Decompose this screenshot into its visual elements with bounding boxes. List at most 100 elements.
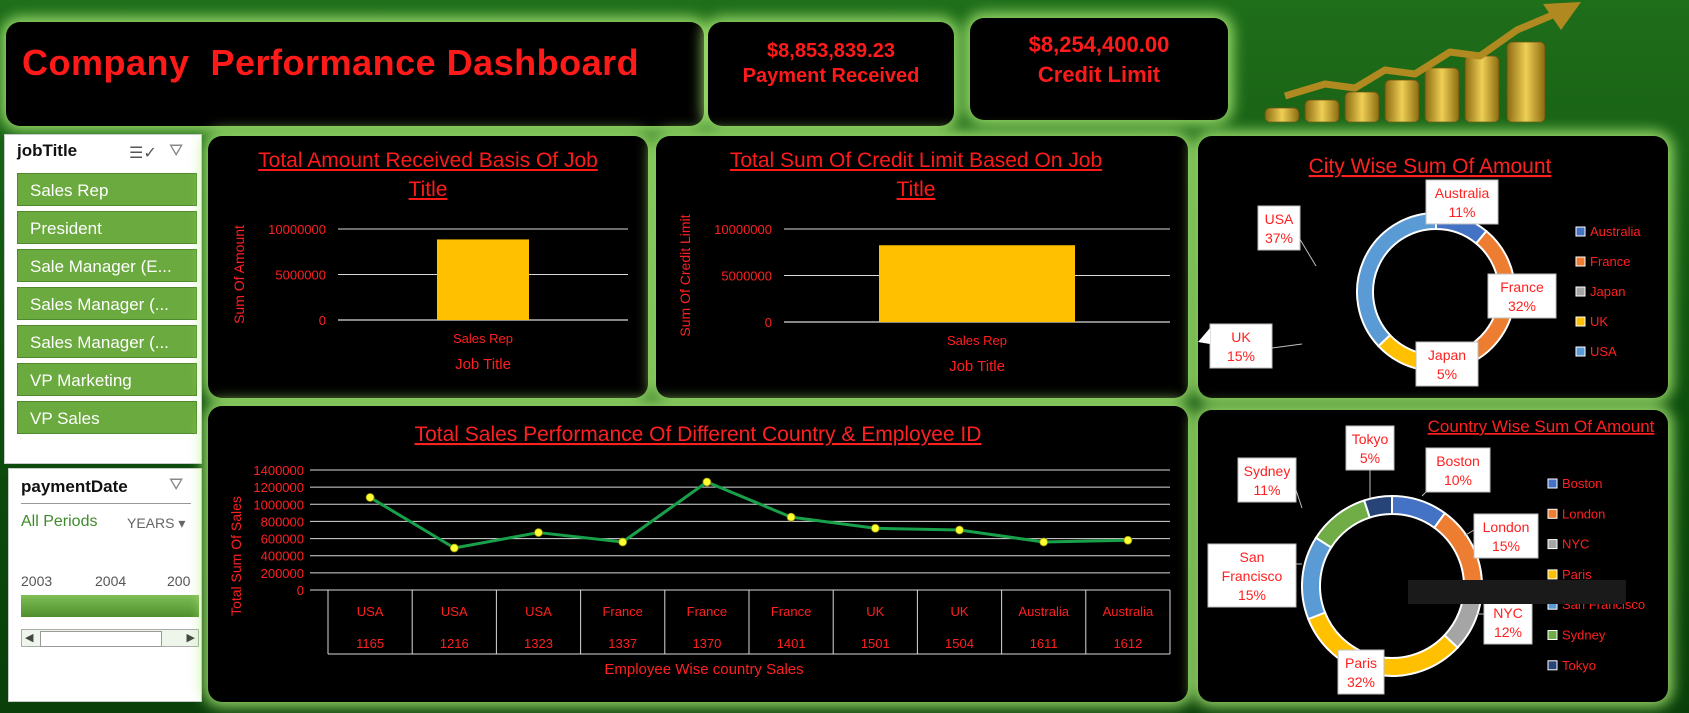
data-label-name: Sydney — [1244, 463, 1291, 479]
chart4-title: Total Sales Performance Of Different Cou… — [415, 423, 982, 446]
data-point — [534, 528, 543, 537]
y-tick-label: 0 — [765, 315, 772, 330]
x-employee-label: 1323 — [524, 636, 553, 651]
y-tick-label: 200000 — [261, 566, 304, 581]
data-label-value: 37% — [1265, 230, 1293, 246]
kpi-credit-label: Credit Limit — [1037, 62, 1161, 87]
chart2-svg: 0 5000000 10000000 Sales Rep Job Title Sum Of… — [677, 214, 1170, 375]
data-label-name: UK — [1231, 329, 1251, 345]
data-label-name: Paris — [1345, 655, 1377, 671]
x-country-label: UK — [950, 604, 968, 619]
clear-filter-icon[interactable]: ⛛ — [169, 475, 183, 495]
x-employee-label: 1337 — [608, 636, 637, 651]
data-label-name: Japan — [1428, 347, 1466, 363]
legend-swatch — [1547, 569, 1558, 580]
x-country-label: USA — [357, 604, 384, 619]
credit-by-jobtitle-chart: Total Sum Of Credit Limit Based On Job T… — [656, 136, 1188, 398]
clear-filter-icon[interactable]: ⛛ — [169, 141, 183, 161]
data-point — [1123, 535, 1133, 545]
data-label-name: Tokyo — [1352, 431, 1389, 447]
x-employee-label: 1216 — [440, 636, 469, 651]
overlay-box — [1408, 580, 1626, 604]
data-point — [702, 477, 712, 487]
data-label-value: 32% — [1347, 674, 1375, 690]
x-axis-title: Job Title — [949, 358, 1005, 375]
slicer-item-4[interactable]: Sales Manager (... — [17, 325, 197, 358]
slicer-item-2[interactable]: Sale Manager (E... — [17, 249, 197, 282]
leader-line — [1295, 489, 1303, 509]
scrollbar-thumb[interactable] — [40, 631, 162, 647]
leader-line — [1297, 235, 1317, 267]
kpi-payment-value: $8,853,839.23 — [767, 40, 895, 62]
dashboard-title-panel: Company Performance Dashboard — [6, 22, 704, 126]
legend-swatch — [1547, 660, 1558, 671]
bar — [879, 245, 1075, 322]
legend-swatch — [1547, 478, 1558, 489]
x-tick-label: Sales Rep — [453, 331, 513, 346]
multi-select-icon[interactable]: ☰✓ — [129, 143, 157, 163]
donut-slice — [1356, 211, 1437, 348]
x-employee-label: 1501 — [861, 636, 890, 651]
city-donut-chart: City Wise Sum Of Amount Australia 11% Franc… — [1198, 136, 1668, 398]
slicer-item-3[interactable]: Sales Manager (... — [17, 287, 197, 320]
x-employee-label: 1612 — [1113, 636, 1142, 651]
data-label-value: 15% — [1227, 348, 1255, 364]
x-tick-label: Sales Rep — [947, 333, 1007, 348]
legend-label: Sydney — [1562, 628, 1606, 643]
chart3-svg: City Wise Sum Of Amount Australia 11% Franc… — [1198, 155, 1641, 387]
data-label-name: Boston — [1436, 453, 1480, 469]
timeline-scrollbar[interactable]: ◀ ▶ — [21, 629, 199, 647]
country-donut-chart: Country Wise Sum Of Amount Boston 10% Londo… — [1198, 410, 1668, 702]
kpi-credit-limit: $8,254,400.00 Credit Limit — [970, 18, 1228, 120]
y-tick-label: 10000000 — [714, 222, 772, 237]
legend-swatch — [1575, 226, 1586, 237]
legend-label: France — [1590, 254, 1630, 269]
scroll-left-icon[interactable]: ◀ — [25, 630, 33, 646]
data-label-name: San — [1240, 549, 1265, 565]
legend-label: Australia — [1590, 224, 1641, 239]
x-employee-label: 1401 — [777, 636, 806, 651]
legend-swatch — [1547, 539, 1558, 550]
data-point — [618, 537, 628, 547]
data-point — [1039, 537, 1049, 547]
y-tick-label: 600000 — [261, 532, 304, 547]
data-label-value: 15% — [1492, 538, 1520, 554]
x-country-label: UK — [866, 604, 884, 619]
chart1-svg: 0 5000000 10000000 Sales Rep Job Title Sum Of… — [231, 222, 628, 373]
data-point — [786, 512, 796, 522]
data-label-value: 11% — [1449, 204, 1476, 220]
timeline-level-dropdown[interactable]: YEARS ▾ — [127, 515, 185, 532]
legend-label: Japan — [1590, 284, 1625, 299]
timeline-year-1[interactable]: 2003 — [21, 573, 52, 589]
chart4-svg: Total Sales Performance Of Different Cou… — [228, 423, 1171, 678]
legend-label: USA — [1590, 344, 1617, 359]
timeline-bar[interactable] — [21, 595, 199, 617]
label-pointer — [1198, 328, 1210, 344]
y-tick-label: 400000 — [261, 549, 304, 564]
scroll-right-icon[interactable]: ▶ — [187, 630, 195, 646]
timeline-period-label: All Periods — [21, 513, 98, 530]
data-label-value: 12% — [1494, 624, 1522, 640]
sales-performance-line-chart: Total Sales Performance Of Different Cou… — [208, 406, 1188, 702]
kpi-credit-value: $8,254,400.00 — [1028, 32, 1170, 57]
x-employee-label: 1611 — [1030, 636, 1058, 651]
y-axis-title: Sum Of Credit Limit — [677, 214, 693, 336]
data-label-name: USA — [1265, 211, 1294, 227]
data-label-value: 5% — [1437, 366, 1457, 382]
data-label-name: Australia — [1435, 185, 1490, 201]
legend-swatch — [1575, 316, 1586, 327]
slicer-item-0[interactable]: Sales Rep — [17, 173, 197, 206]
y-tick-label: 1200000 — [253, 480, 304, 495]
slicer-item-5[interactable]: VP Marketing — [17, 363, 197, 396]
timeline-year-3[interactable]: 200 — [167, 573, 190, 589]
legend-swatch — [1575, 286, 1586, 297]
slicer-item-1[interactable]: President — [17, 211, 197, 244]
x-country-label: Australia — [1103, 604, 1154, 619]
slicer-item-6[interactable]: VP Sales — [17, 401, 197, 434]
y-tick-label: 0 — [297, 583, 304, 598]
timeline-year-2[interactable]: 2004 — [95, 573, 126, 589]
legend-swatch — [1547, 508, 1558, 519]
data-label-value: 11% — [1254, 482, 1281, 498]
x-employee-label: 1165 — [356, 636, 384, 651]
data-label-name: NYC — [1493, 605, 1523, 621]
